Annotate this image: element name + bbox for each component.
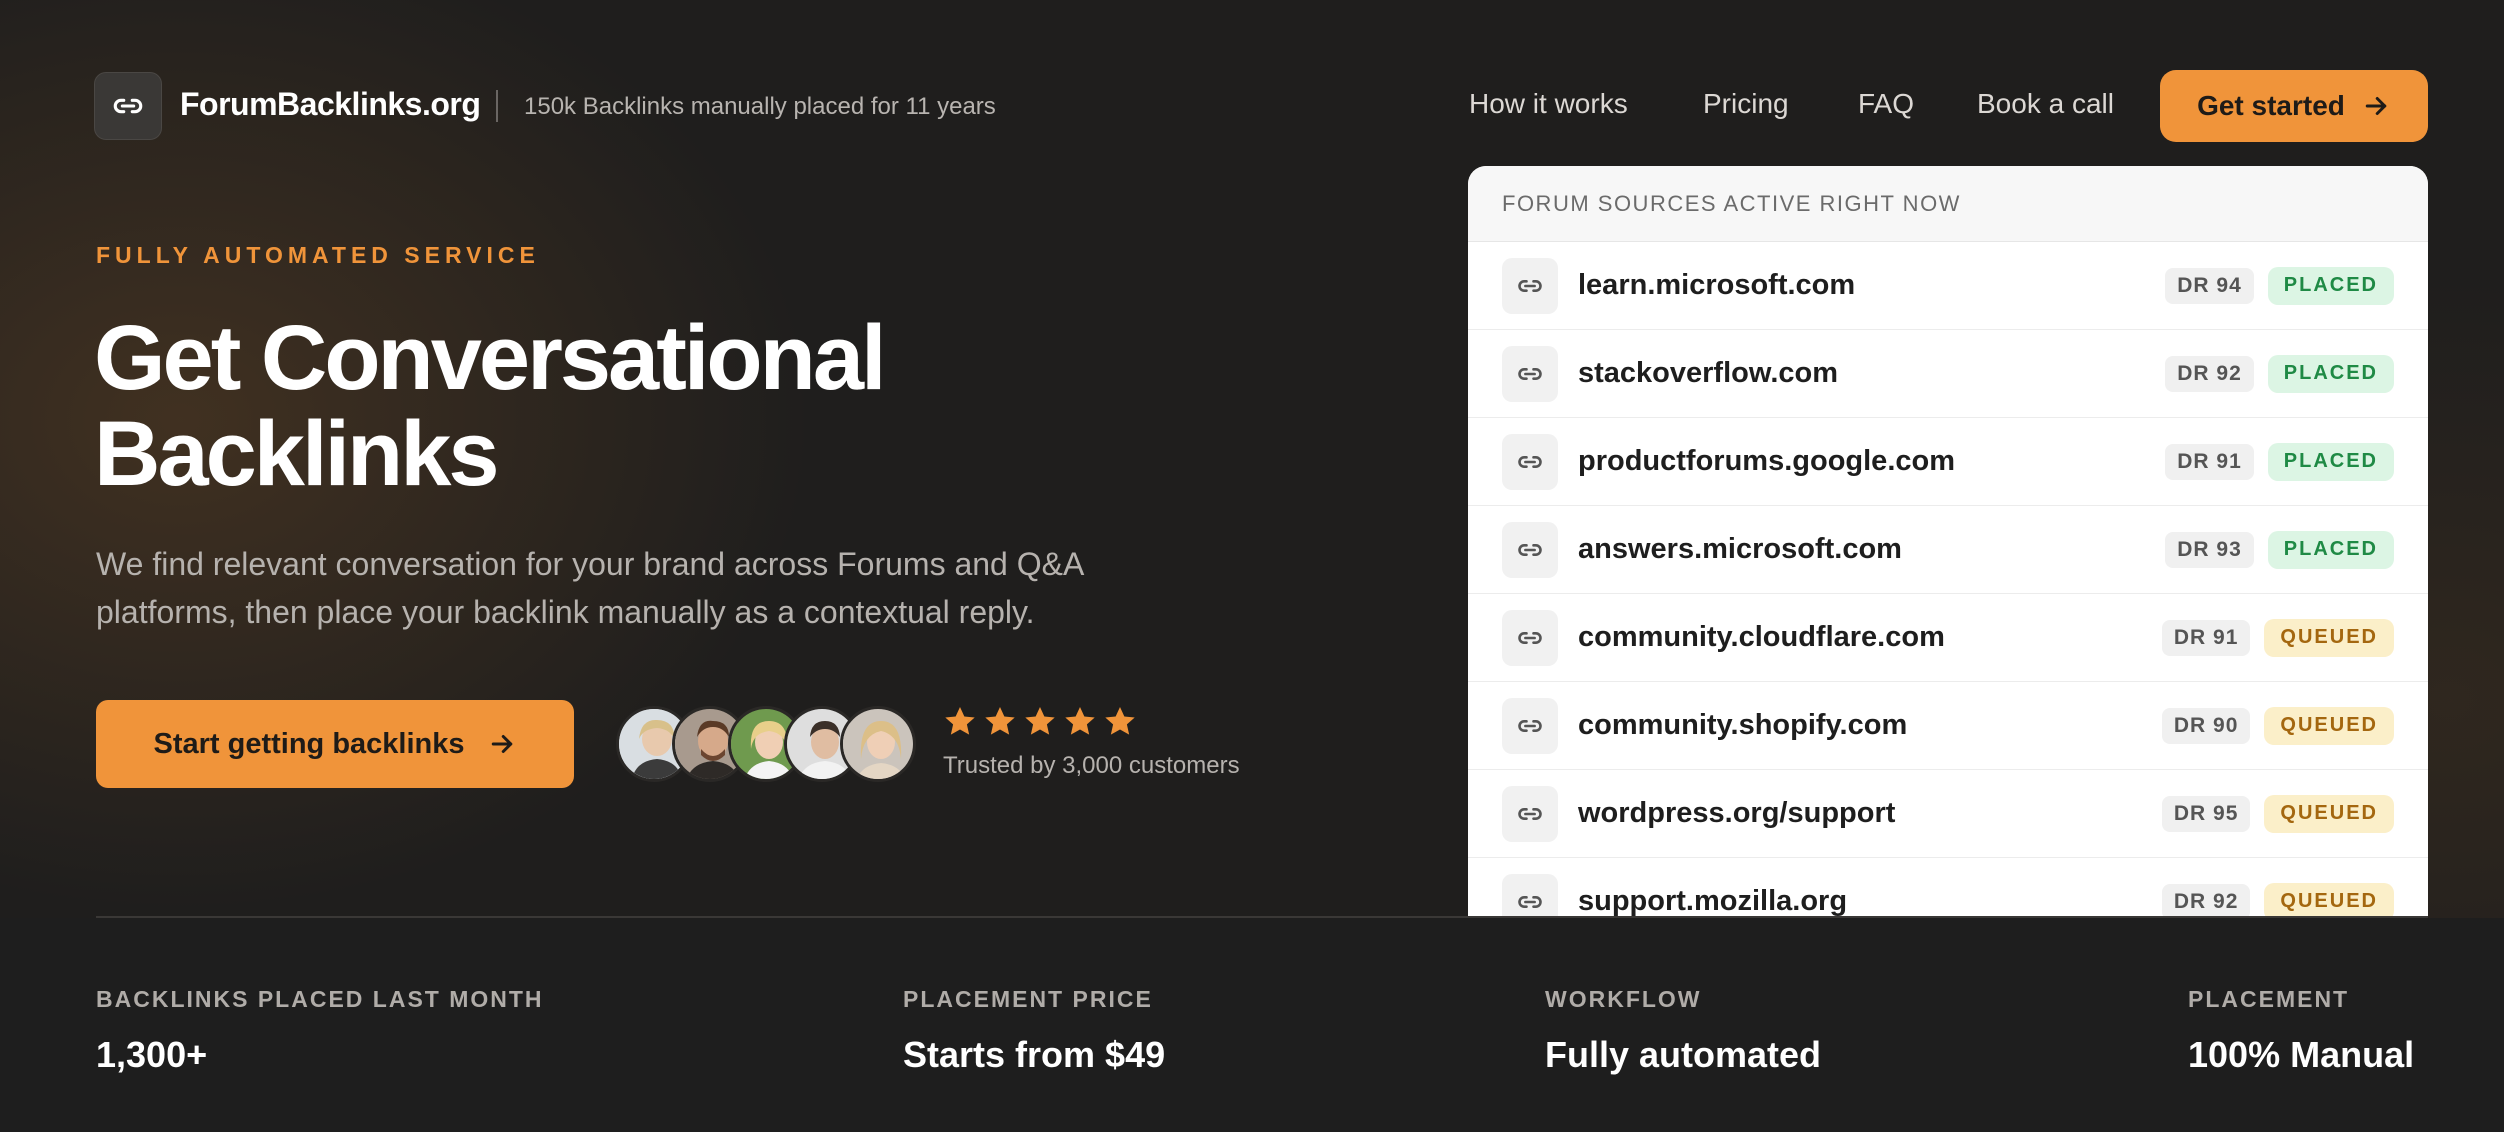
brand-name[interactable]: ForumBacklinks.org (180, 86, 481, 123)
arrow-right-icon (491, 735, 512, 753)
brand-tagline: 150k Backlinks manually placed for 11 ye… (524, 93, 996, 120)
star-icon (1065, 707, 1095, 735)
brand-divider (496, 90, 498, 122)
link-icon (1502, 433, 1558, 490)
star-icon (985, 707, 1015, 735)
nav-how-it-works[interactable]: How it works (1469, 88, 1628, 120)
link-icon (1502, 521, 1558, 578)
domain-rating-badge: DR 92 (2161, 883, 2251, 916)
hero-title-line1: Get Conversational (94, 307, 887, 409)
source-row[interactable]: learn.microsoft.com DR 94 PLACED (1468, 242, 2428, 330)
source-domain: stackoverflow.com (1578, 357, 1839, 389)
domain-rating-badge: DR 90 (2161, 707, 2251, 744)
logo[interactable] (94, 72, 162, 140)
link-icon (1502, 697, 1558, 754)
panel-heading: FORUM SOURCES ACTIVE RIGHT NOW (1468, 166, 2428, 242)
link-icon (1502, 257, 1558, 314)
get-started-label: Get started (2197, 90, 2345, 121)
source-row[interactable]: community.shopify.com DR 90 QUEUED (1468, 682, 2428, 770)
source-row[interactable]: productforums.google.com DR 91 PLACED (1468, 418, 2428, 506)
trusted-by-text: Trusted by 3,000 customers (943, 752, 1240, 779)
stat-value-placement: 100% Manual (2188, 1034, 2415, 1075)
landing-page: ForumBacklinks.org 150k Backlinks manual… (0, 0, 2504, 1132)
domain-rating-badge: DR 93 (2165, 531, 2254, 568)
domain-rating-badge: DR 91 (2161, 619, 2251, 656)
star-icon (945, 707, 975, 735)
sources-list: learn.microsoft.com DR 94 PLACED stackoverf… (1468, 242, 2428, 916)
source-domain: productforums.google.com (1578, 445, 1955, 477)
domain-rating-badge: DR 92 (2165, 355, 2254, 392)
domain-rating-badge: DR 95 (2161, 795, 2251, 832)
stat-value-backlinks-placed: 1,300+ (96, 1034, 208, 1075)
nav-book-a-call[interactable]: Book a call (1977, 88, 2114, 120)
stats-band (0, 918, 2504, 1132)
start-getting-backlinks-label: Start getting backlinks (153, 727, 465, 760)
source-row[interactable]: community.cloudflare.com DR 91 QUEUED (1468, 594, 2428, 682)
forum-sources-panel: FORUM SOURCES ACTIVE RIGHT NOW learn.mic… (1468, 166, 2428, 916)
status-badge: QUEUED (2264, 794, 2394, 833)
start-getting-backlinks-button[interactable]: Start getting backlinks (96, 700, 574, 788)
source-row[interactable]: answers.microsoft.com DR 93 PLACED (1468, 506, 2428, 594)
status-badge: PLACED (2267, 266, 2394, 305)
domain-rating-badge: DR 94 (2165, 267, 2254, 304)
stat-label-workflow: WORKFLOW (1545, 986, 1702, 1012)
stat-label-placement-price: PLACEMENT PRICE (903, 986, 1153, 1012)
star-icon (1025, 707, 1055, 735)
status-badge: QUEUED (2264, 706, 2394, 745)
link-icon (1502, 345, 1558, 402)
status-badge: PLACED (2267, 354, 2394, 393)
status-badge: QUEUED (2264, 882, 2394, 916)
source-domain: community.cloudflare.com (1578, 621, 1945, 653)
stat-label-placement: PLACEMENT (2188, 986, 2350, 1012)
arrow-right-icon (2365, 97, 2387, 115)
link-icon (1502, 873, 1558, 916)
get-started-button[interactable]: Get started (2160, 70, 2428, 142)
source-domain: community.shopify.com (1578, 709, 1908, 741)
status-badge: QUEUED (2264, 618, 2394, 657)
source-row[interactable]: support.mozilla.org DR 92 QUEUED (1468, 858, 2428, 916)
source-row[interactable]: wordpress.org/support DR 95 QUEUED (1468, 770, 2428, 858)
rating-stars (942, 704, 1138, 740)
hero-eyebrow: FULLY AUTOMATED SERVICE (96, 242, 540, 268)
domain-rating-badge: DR 91 (2165, 443, 2254, 480)
source-domain: wordpress.org/support (1578, 797, 1896, 829)
hero-description: We find relevant conversation for your b… (96, 546, 1083, 630)
hero-title-line2: Backlinks (94, 403, 500, 505)
avatar (840, 706, 916, 782)
source-domain: support.mozilla.org (1578, 885, 1848, 916)
source-domain: answers.microsoft.com (1578, 533, 1902, 565)
stat-label-backlinks-placed: BACKLINKS PLACED LAST MONTH (96, 986, 544, 1012)
link-icon (1502, 785, 1558, 842)
source-domain: learn.microsoft.com (1578, 269, 1856, 301)
nav-faq[interactable]: FAQ (1858, 88, 1914, 120)
stat-value-workflow: Fully automated (1545, 1034, 1822, 1075)
source-row[interactable]: stackoverflow.com DR 92 PLACED (1468, 330, 2428, 418)
status-badge: PLACED (2267, 530, 2394, 569)
hero-title: Get Conversational Backlinks (94, 310, 994, 502)
star-icon (1105, 707, 1135, 735)
nav-pricing[interactable]: Pricing (1703, 88, 1789, 120)
link-icon (113, 98, 143, 114)
stat-value-placement-price: Starts from $49 (903, 1034, 1166, 1075)
link-icon (1502, 609, 1558, 666)
status-badge: PLACED (2267, 442, 2394, 481)
